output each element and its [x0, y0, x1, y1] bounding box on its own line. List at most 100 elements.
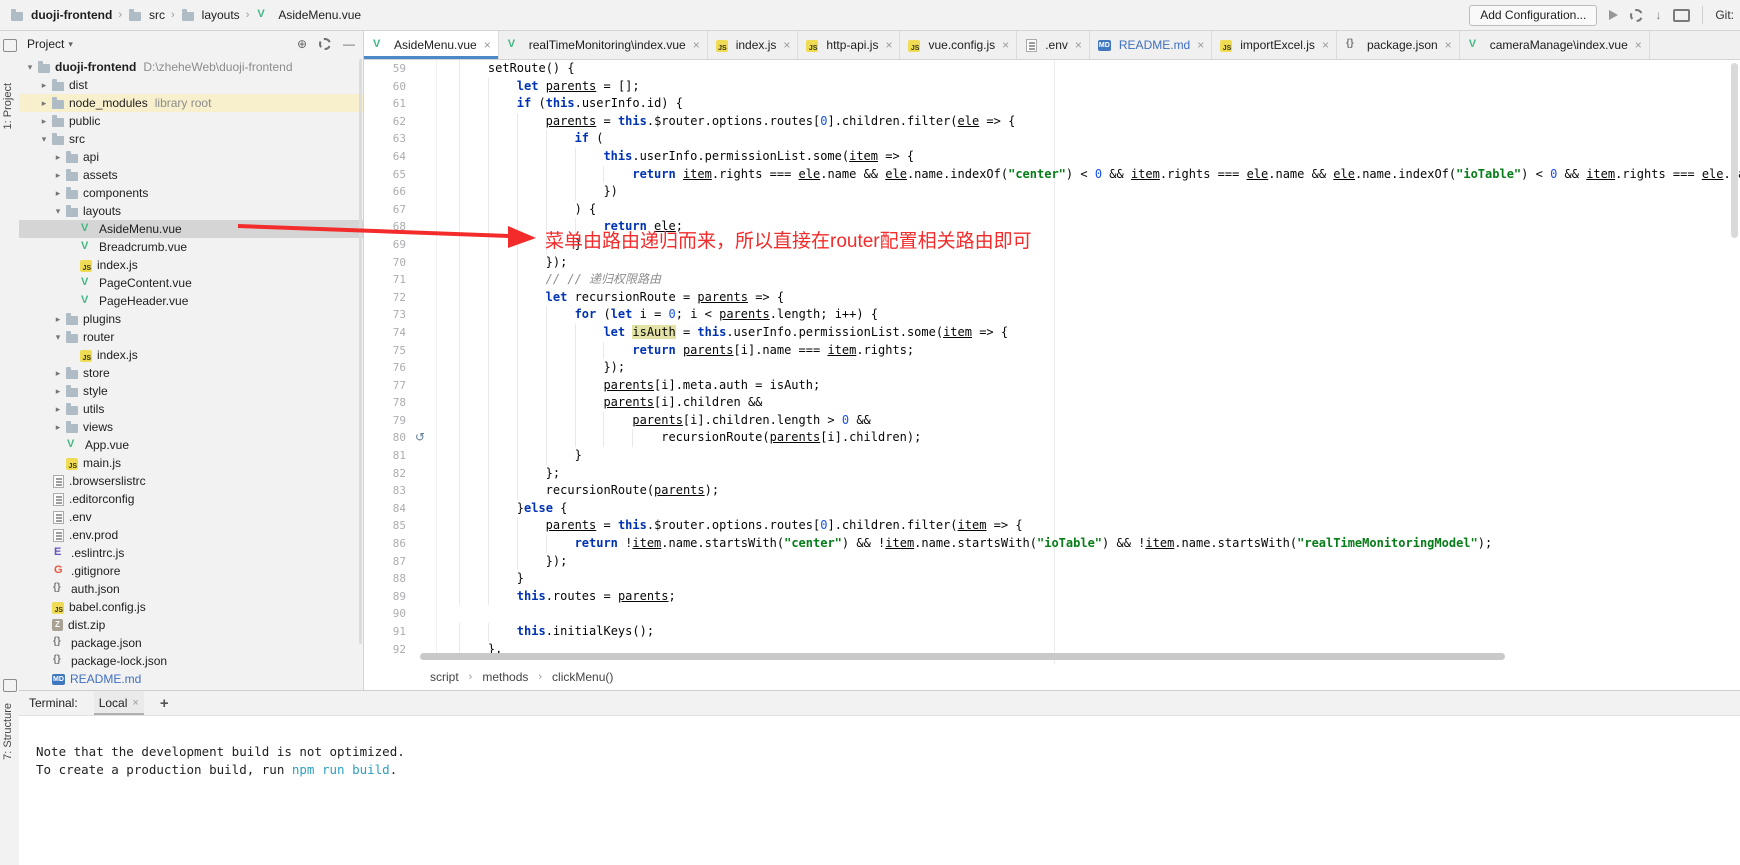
tab-index-js[interactable]: index.js× [708, 31, 799, 59]
tree-item-src[interactable]: ▾src [19, 130, 363, 148]
tree-item-browserslistrc[interactable]: .browserslistrc [19, 472, 363, 490]
tab-env[interactable]: .env× [1017, 31, 1090, 59]
tree-item-public[interactable]: ▸public [19, 112, 363, 130]
tree-item-utils[interactable]: ▸utils [19, 400, 363, 418]
chevron-down-icon[interactable]: ▾ [51, 332, 65, 343]
chevron-right-icon[interactable]: ▸ [51, 170, 65, 181]
tab-http-api-js[interactable]: http-api.js× [798, 31, 900, 59]
tree-item-babel-config-js[interactable]: babel.config.js [19, 598, 363, 616]
tab-realtimemonitoring-index-vue[interactable]: realTimeMonitoring\index.vue× [499, 31, 708, 59]
run-icon[interactable] [1609, 10, 1618, 20]
close-icon[interactable]: × [1445, 40, 1452, 50]
chevron-right-icon[interactable]: ▸ [37, 116, 51, 127]
close-icon[interactable]: × [1002, 40, 1009, 50]
line-number[interactable]: 91 [364, 623, 412, 641]
line-number[interactable]: 86 [364, 535, 412, 553]
tree-item-app-vue[interactable]: App.vue [19, 436, 363, 454]
line-number[interactable]: 73 [364, 306, 412, 324]
tree-item-plugins[interactable]: ▸plugins [19, 310, 363, 328]
project-view-selector[interactable]: Project ▾ [27, 37, 73, 51]
close-icon[interactable]: × [484, 40, 491, 50]
recursive-call-icon[interactable]: ↺ [415, 429, 425, 447]
tool-button-project[interactable]: 1: Project [2, 83, 14, 129]
close-icon[interactable]: × [693, 40, 700, 50]
tree-item-main-js[interactable]: main.js [19, 454, 363, 472]
line-number[interactable]: 72 [364, 289, 412, 307]
line-number[interactable]: 68 [364, 218, 412, 236]
breadcrumb-item-asidemenu-vue[interactable]: AsideMenu.vue [255, 8, 361, 22]
line-number[interactable]: 61 [364, 95, 412, 113]
update-project-icon[interactable]: ↓ [1655, 8, 1661, 22]
line-number[interactable]: 76 [364, 359, 412, 377]
line-number[interactable]: 84 [364, 500, 412, 518]
line-number[interactable]: 59 [364, 60, 412, 78]
tab-vue-config-js[interactable]: vue.config.js× [900, 31, 1017, 59]
line-number[interactable]: 79 [364, 412, 412, 430]
terminal-output[interactable]: Note that the development build is not o… [19, 716, 1740, 779]
breadcrumb-item-methods[interactable]: methods [482, 670, 528, 684]
vertical-scrollbar[interactable] [1731, 63, 1738, 238]
breadcrumb-item-layouts[interactable]: layouts [181, 8, 240, 22]
line-number[interactable]: 69 [364, 236, 412, 254]
line-number[interactable]: 64 [364, 148, 412, 166]
chevron-right-icon[interactable]: ▸ [51, 422, 65, 433]
breadcrumb-item-src[interactable]: src [128, 8, 165, 22]
close-icon[interactable]: × [1635, 40, 1642, 50]
line-number[interactable]: 63 [364, 130, 412, 148]
chevron-right-icon[interactable]: ▸ [51, 152, 65, 163]
chevron-right-icon[interactable]: ▸ [51, 188, 65, 199]
hide-panel-icon[interactable]: — [343, 37, 355, 51]
tool-button-structure[interactable]: 7: Structure [2, 703, 14, 760]
tab-asidemenu-vue[interactable]: AsideMenu.vue× [364, 31, 499, 59]
chevron-right-icon[interactable]: ▸ [51, 368, 65, 379]
tree-item-assets[interactable]: ▸assets [19, 166, 363, 184]
screen-icon[interactable] [1673, 9, 1690, 22]
line-number[interactable]: 74 [364, 324, 412, 342]
tree-item-readme-md[interactable]: README.md [19, 670, 363, 688]
tree-item-duoji-frontend[interactable]: ▾duoji-frontendD:\zheheWeb\duoji-fronten… [19, 58, 363, 76]
tree-item-index-js[interactable]: index.js [19, 256, 363, 274]
project-tool-icon[interactable] [3, 39, 17, 52]
tree-item-package-json[interactable]: package.json [19, 634, 363, 652]
structure-tool-icon[interactable] [3, 679, 17, 692]
line-number[interactable]: 67 [364, 201, 412, 219]
new-session-icon[interactable]: + [160, 695, 169, 712]
project-scrollbar[interactable] [359, 59, 362, 644]
chevron-right-icon[interactable]: ▸ [37, 98, 51, 109]
tree-item-views[interactable]: ▸views [19, 418, 363, 436]
line-number[interactable]: 89 [364, 588, 412, 606]
add-configuration-button[interactable]: Add Configuration... [1469, 5, 1597, 26]
chevron-right-icon[interactable]: ▸ [51, 386, 65, 397]
tree-item-api[interactable]: ▸api [19, 148, 363, 166]
tree-item-pageheader-vue[interactable]: PageHeader.vue [19, 292, 363, 310]
chevron-right-icon[interactable]: ▸ [37, 80, 51, 91]
close-icon[interactable]: × [885, 40, 892, 50]
close-icon[interactable]: × [1075, 40, 1082, 50]
tree-item-auth-json[interactable]: auth.json [19, 580, 363, 598]
tree-item-components[interactable]: ▸components [19, 184, 363, 202]
settings-icon[interactable] [319, 38, 331, 50]
line-number[interactable]: 60 [364, 78, 412, 96]
line-number[interactable]: 65 [364, 166, 412, 184]
tree-item-router[interactable]: ▾router [19, 328, 363, 346]
line-number[interactable]: 80 [364, 429, 412, 447]
close-icon[interactable]: × [783, 40, 790, 50]
tree-item-asidemenu-vue[interactable]: AsideMenu.vue [19, 220, 363, 238]
tree-item-dist-zip[interactable]: dist.zip [19, 616, 363, 634]
close-icon[interactable]: × [1322, 40, 1329, 50]
terminal-tab-local[interactable]: Local× [94, 691, 144, 715]
line-number[interactable]: 66 [364, 183, 412, 201]
settings-icon[interactable] [1630, 9, 1643, 22]
line-number[interactable]: 92 [364, 641, 412, 659]
tab-package-json[interactable]: package.json× [1337, 31, 1460, 59]
line-number[interactable]: 88 [364, 570, 412, 588]
line-number[interactable]: 83 [364, 482, 412, 500]
tree-item-layouts[interactable]: ▾layouts [19, 202, 363, 220]
breadcrumb-item-script[interactable]: script [430, 670, 459, 684]
line-number[interactable]: 75 [364, 342, 412, 360]
tree-item-style[interactable]: ▸style [19, 382, 363, 400]
tab-importexcel-js[interactable]: importExcel.js× [1212, 31, 1337, 59]
close-icon[interactable]: × [132, 697, 138, 709]
line-number[interactable]: 82 [364, 465, 412, 483]
locate-icon[interactable]: ⊕ [297, 37, 307, 51]
